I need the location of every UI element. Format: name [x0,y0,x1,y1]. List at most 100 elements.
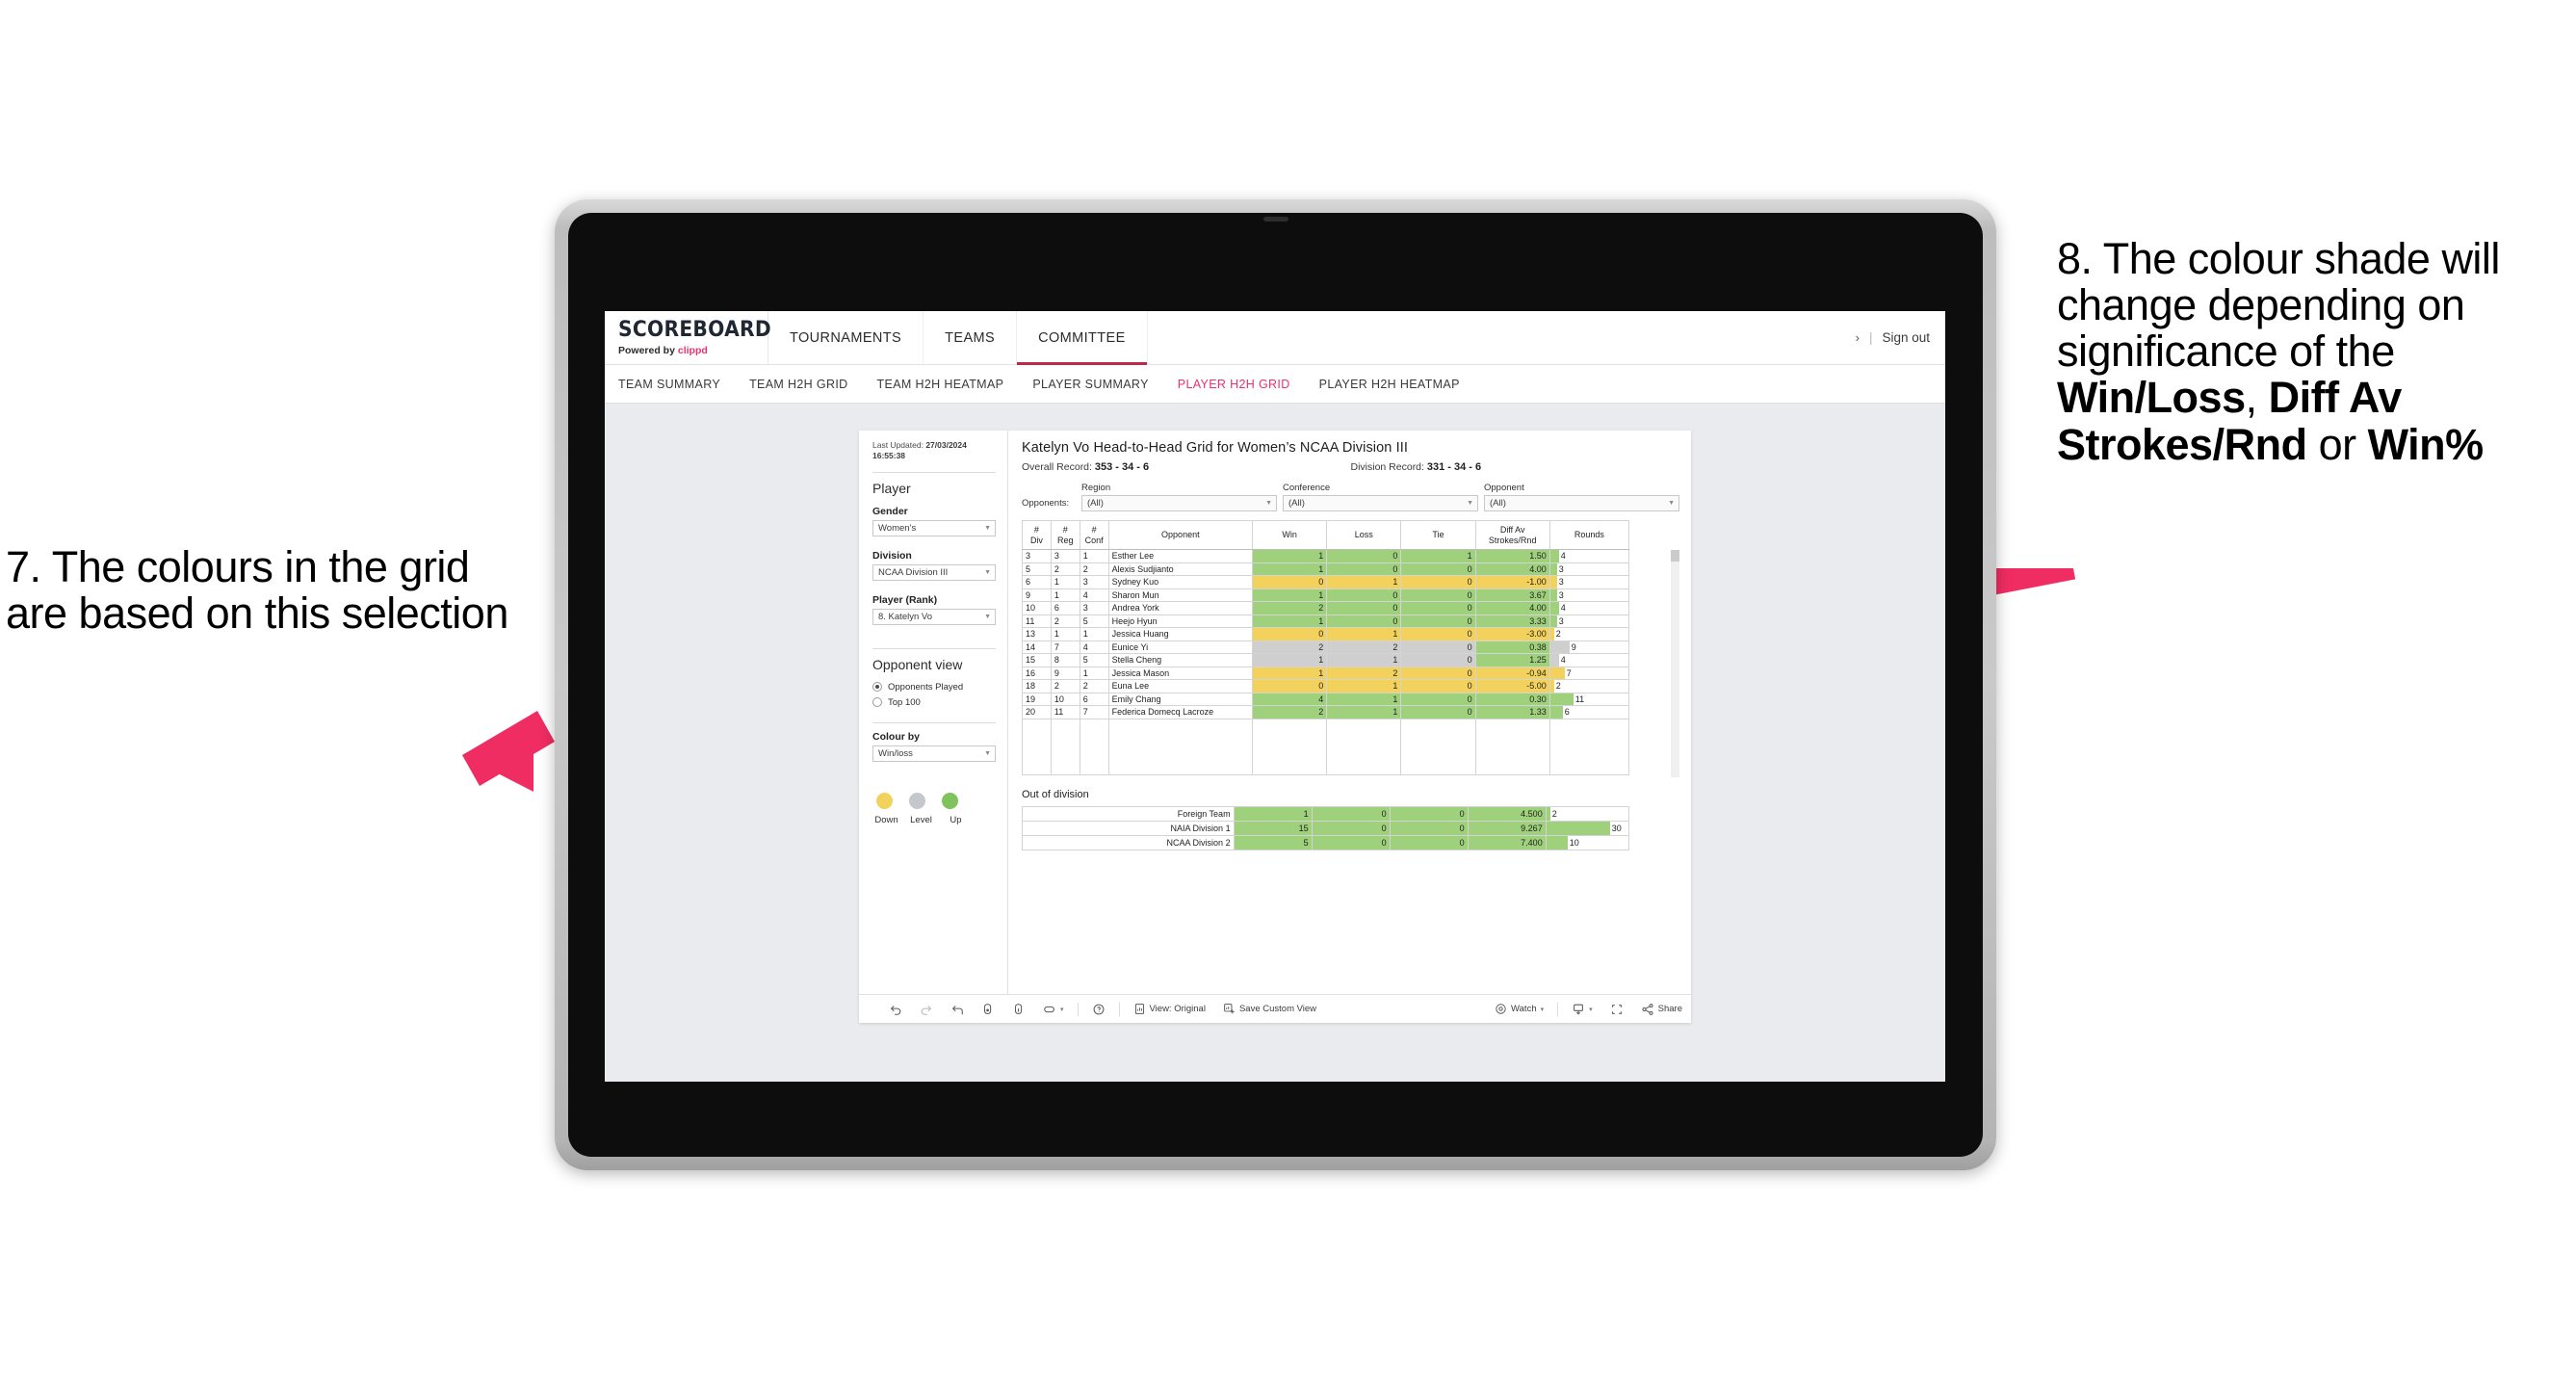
table-row[interactable]: 11 2 5 Heejo Hyun 1 0 0 3.33 3 [1022,614,1630,628]
pan-mode-button[interactable]: ▾ [1034,1003,1073,1016]
cell-conf: 3 [1079,575,1109,589]
pause-button[interactable] [1003,1003,1034,1016]
cell-conf: 2 [1079,562,1109,576]
cell-reg: 7 [1050,640,1080,654]
division-select[interactable]: NCAA Division III ▼ [872,563,996,581]
cell-div: 20 [1022,705,1052,719]
refresh-button[interactable] [973,1003,1003,1016]
cell-loss: 0 [1326,601,1402,615]
view-original-button[interactable]: View: Original [1125,1003,1214,1015]
help-button[interactable] [1083,1003,1114,1016]
brand-logo[interactable]: SCOREBOARD Powered by clippd [605,311,771,364]
watch-button[interactable]: Watch ▾ [1486,1003,1552,1015]
legend-swatch-down [876,792,893,809]
share-button[interactable]: Share [1632,1003,1691,1016]
cell-rounds: 2 [1545,805,1630,822]
sign-out-link[interactable]: Sign out [1882,330,1930,345]
colour-by-label: Colour by [872,730,920,743]
undo-button[interactable] [880,1003,911,1016]
cell-tie: 0 [1400,653,1476,667]
cell-tie: 0 [1400,640,1476,654]
topnav-item-tournaments[interactable]: TOURNAMENTS [768,311,924,364]
table-row[interactable]: 16 9 1 Jessica Mason 1 2 0 -0.94 7 [1022,666,1630,680]
cell-rounds: 4 [1548,601,1630,615]
list-item[interactable]: NAIA Division 1 15 0 0 9.267 30 [1022,820,1630,836]
cell-diff-av-strokes: 0.30 [1474,692,1550,706]
radio-opponents-played[interactable]: Opponents Played [872,682,996,693]
table-row[interactable]: 5 2 2 Alexis Sudjianto 1 0 0 4.00 3 [1022,562,1630,576]
subnav-item-player-h2h-heatmap[interactable]: PLAYER H2H HEATMAP [1319,378,1460,391]
rounds-bar [1549,602,1559,615]
cell-tie: 1 [1400,549,1476,563]
fullscreen-button[interactable] [1601,1003,1632,1016]
conference-select[interactable]: (All) ▼ [1283,495,1478,511]
cell-conf: 5 [1079,653,1109,667]
redo-button[interactable] [911,1003,942,1016]
player-rank-select[interactable]: 8. Katelyn Vo ▼ [872,608,996,625]
table-row[interactable]: 15 8 5 Stella Cheng 1 1 0 1.25 4 [1022,653,1630,667]
cell-tie: 0 [1400,705,1476,719]
opponent-filters: Opponents: Region (All) ▼ Conference (Al… [1022,483,1679,511]
download-button[interactable]: ▾ [1563,1003,1601,1016]
subnav-item-team-summary[interactable]: TEAM SUMMARY [618,378,720,391]
rounds-value: 3 [1558,589,1564,600]
radio-top-100[interactable]: Top 100 [872,697,996,708]
cell-diff-av-strokes: 1.50 [1474,549,1550,563]
cell-opponent: Jessica Mason [1107,666,1254,680]
table-row[interactable]: 19 10 6 Emily Chang 4 1 0 0.30 11 [1022,692,1630,706]
region-select[interactable]: (All) ▼ [1081,495,1277,511]
col-conf-l2: Conf [1084,535,1104,545]
cell-conf: 3 [1079,601,1109,615]
topnav-item-teams[interactable]: TEAMS [924,311,1018,364]
cell-loss: 0 [1311,820,1391,836]
topnav-item-committee[interactable]: COMMITTEE [1017,311,1148,365]
chevron-right-icon[interactable]: › [1856,330,1860,345]
cell-empty [1022,718,1052,775]
cell-win: 0 [1252,575,1328,589]
cell-tie: 0 [1400,679,1476,693]
grid-scrollbar[interactable] [1671,550,1679,777]
subnav-item-player-summary[interactable]: PLAYER SUMMARY [1032,378,1148,391]
camera-icon [1263,217,1288,222]
cell-reg: 2 [1050,614,1080,628]
subnav-item-player-h2h-grid[interactable]: PLAYER H2H GRID [1178,378,1290,391]
table-row[interactable]: 20 11 7 Federica Domecq Lacroze 2 1 0 1.33 6 [1022,705,1630,719]
opponent-select[interactable]: (All) ▼ [1484,495,1679,511]
top-navigation: SCOREBOARD Powered by clippd TOURNAMENTS… [605,311,1945,365]
legend-swatch-up [942,792,958,809]
gender-select[interactable]: Women’s ▼ [872,519,996,536]
colour-by-select[interactable]: Win/loss ▼ [872,745,996,762]
rounds-value: 4 [1560,655,1566,665]
cell-conf: 1 [1079,666,1109,680]
cell-win: 0 [1252,679,1328,693]
division-value: NCAA Division III [878,566,949,578]
cell-div: 6 [1022,575,1052,589]
table-row[interactable]: 9 1 4 Sharon Mun 1 0 0 3.67 3 [1022,588,1630,602]
subnav-item-team-h2h-grid[interactable]: TEAM H2H GRID [749,378,847,391]
table-row[interactable]: 10 6 3 Andrea York 2 0 0 4.00 4 [1022,601,1630,615]
table-row[interactable]: 6 1 3 Sydney Kuo 0 1 0 -1.00 3 [1022,575,1630,589]
cell-opponent: Jessica Huang [1107,627,1254,641]
save-custom-view-button[interactable]: Save Custom View [1214,1003,1325,1015]
list-item[interactable]: Foreign Team 1 0 0 4.500 2 [1022,805,1630,822]
subnav-item-team-h2h-heatmap[interactable]: TEAM H2H HEATMAP [877,378,1004,391]
list-item[interactable]: NCAA Division 2 5 0 0 7.400 10 [1022,834,1630,850]
rounds-value: 9 [1571,641,1576,652]
grid-scrollbar-thumb[interactable] [1671,550,1679,562]
cell-conf: 2 [1079,679,1109,693]
col-diff-l1: Diff Av [1499,525,1525,536]
cell-empty [1050,718,1080,775]
save-custom-view-label: Save Custom View [1238,1004,1317,1014]
cell-win: 2 [1252,601,1328,615]
sub-navigation: TEAM SUMMARY TEAM H2H GRID TEAM H2H HEAT… [605,365,1945,404]
legend-swatches [872,792,996,809]
cell-diff-av-strokes: -3.00 [1474,627,1550,641]
cell-opponent: Alexis Sudjianto [1107,562,1254,576]
cell-tie: 0 [1400,601,1476,615]
table-row[interactable]: 3 3 1 Esther Lee 1 0 1 1.50 4 [1022,549,1630,563]
table-row[interactable]: 18 2 2 Euna Lee 0 1 0 -5.00 2 [1022,679,1630,693]
revert-button[interactable] [942,1003,973,1016]
cell-reg: 6 [1050,601,1080,615]
table-row[interactable]: 14 7 4 Eunice Yi 2 2 0 0.38 9 [1022,640,1630,654]
table-row[interactable]: 13 1 1 Jessica Huang 0 1 0 -3.00 2 [1022,627,1630,641]
